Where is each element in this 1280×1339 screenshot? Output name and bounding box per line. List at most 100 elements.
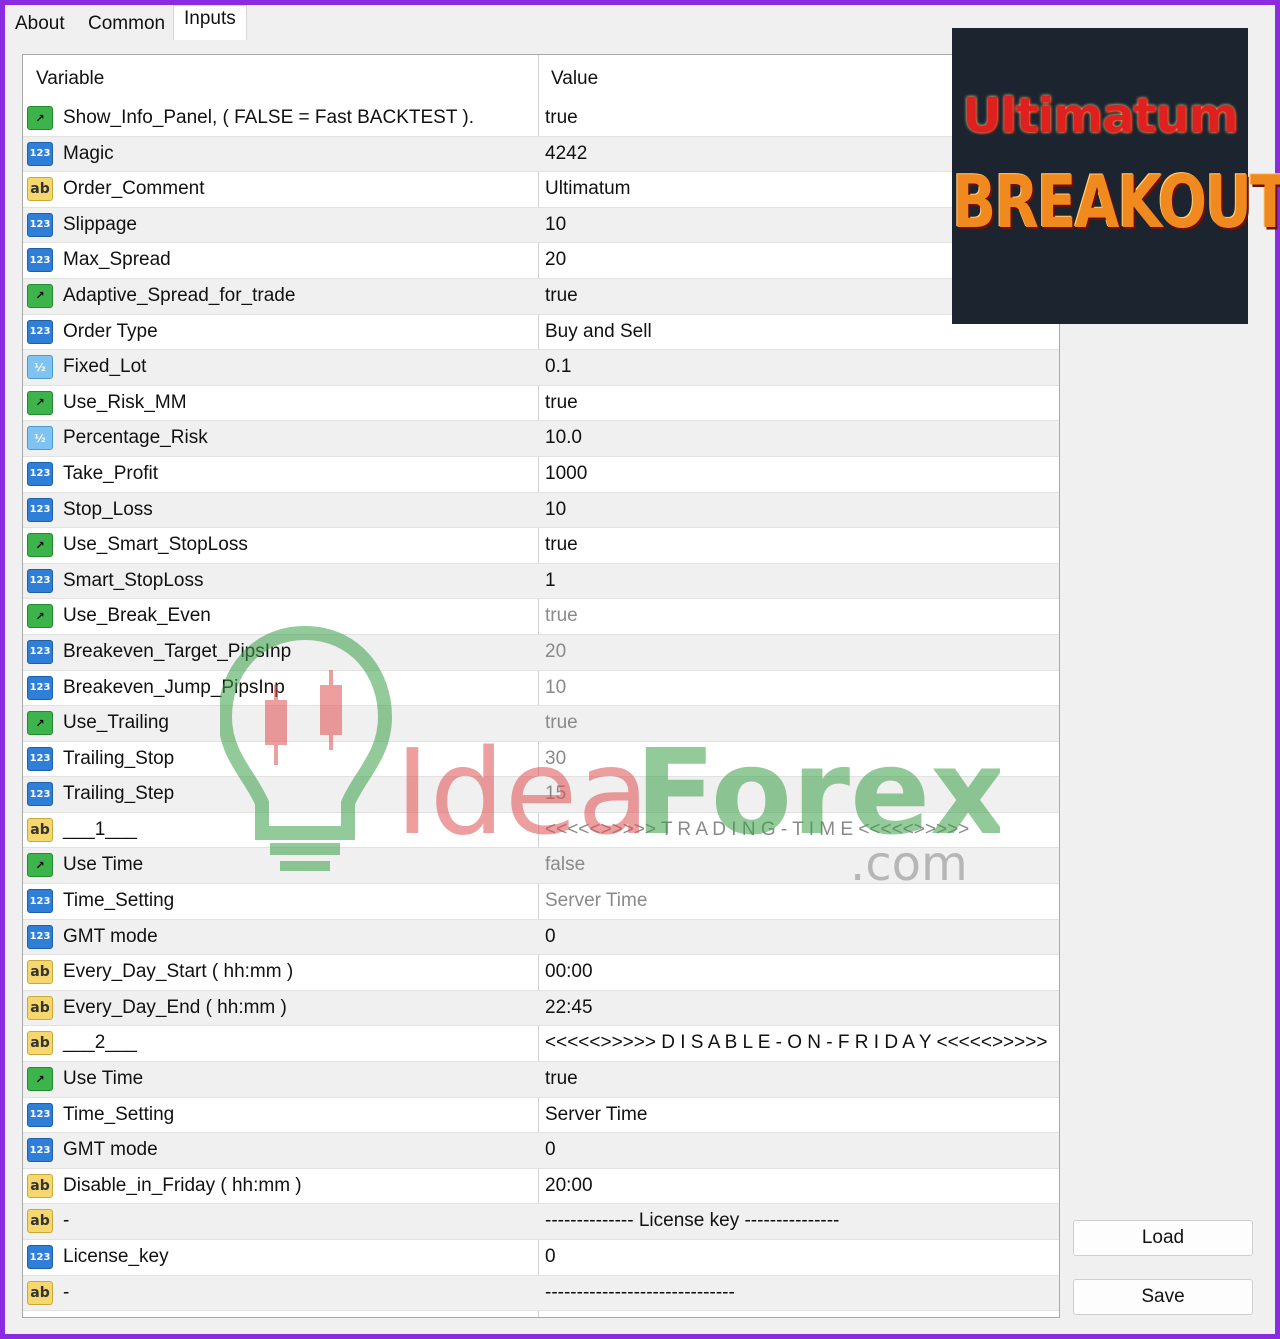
table-row[interactable]: ↗ Use_Trailing true [23, 706, 1059, 742]
int-type-icon: 123 [27, 141, 53, 166]
variable-name: Trailing_Step [63, 783, 175, 805]
table-row[interactable]: 123 GMT mode 0 [23, 919, 1059, 956]
variable-value[interactable]: Server Time [545, 890, 647, 912]
table-row[interactable]: ab Every_Day_End ( hh:mm ) 22:45 [23, 990, 1059, 1027]
table-row[interactable]: ab ___1___ <<<<<>>>>> T R A D I N G - T I … [23, 813, 1059, 849]
variable-value[interactable]: Ultimatum [545, 178, 631, 200]
table-row[interactable]: 123 Breakeven_Jump_PipsInp 10 [23, 671, 1059, 707]
header-value[interactable]: Value [551, 68, 598, 90]
table-row[interactable]: ab Every_Day_Start ( hh:mm ) 00:00 [23, 955, 1059, 991]
header-variable[interactable]: Variable [36, 68, 104, 90]
table-row[interactable]: ↗ Adaptive_Spread_for_trade true [23, 278, 1059, 315]
tab-about[interactable]: About [7, 11, 73, 37]
variable-value[interactable]: 0.1 [545, 356, 571, 378]
tab-common[interactable]: Common [80, 11, 173, 37]
variable-value[interactable]: 20 [545, 249, 566, 271]
string-type-icon: ab [27, 817, 53, 842]
variable-value[interactable]: false [545, 854, 585, 876]
table-row[interactable]: ↗ Show_Info_Panel, ( FALSE = Fast BACKTES… [23, 101, 1059, 137]
variable-name: Trailing_Stop [63, 747, 175, 769]
variable-name: GMT mode [63, 925, 158, 947]
variable-name: - [63, 1281, 70, 1303]
variable-value[interactable]: 0 [545, 926, 556, 948]
variable-value[interactable]: <<<<<>>>>> T R A D I N G - T I M E <<<<<… [545, 819, 969, 841]
table-row[interactable]: 123 Max_Spread 20 [23, 243, 1059, 279]
table-row[interactable]: 123 Magic 4242 [23, 136, 1059, 173]
string-type-icon: ab [27, 1209, 53, 1234]
table-row[interactable]: ab Disable_in_Friday ( hh:mm ) 20:00 [23, 1169, 1059, 1205]
variable-value[interactable]: Buy and Sell [545, 321, 652, 343]
table-row[interactable]: ab Order_Comment Ultimatum [23, 172, 1059, 208]
table-row[interactable]: 123 GMT mode 0 [23, 1133, 1059, 1169]
variable-value[interactable]: 30 [545, 748, 566, 770]
table-row[interactable]: ↗ Use_Risk_MM true [23, 386, 1059, 422]
load-button[interactable]: Load [1073, 1220, 1253, 1256]
variable-name: Every_Day_Start ( hh:mm ) [63, 961, 294, 983]
variable-value[interactable]: -------------- License key -------------… [545, 1210, 839, 1232]
int-type-icon: 123 [27, 461, 53, 486]
variable-value[interactable]: true [545, 392, 578, 414]
table-row[interactable]: ½ Fixed_Lot 0.1 [23, 350, 1059, 386]
variable-value[interactable]: 20 [545, 641, 566, 663]
variable-value[interactable]: 1 [545, 570, 556, 592]
variable-value[interactable]: true [545, 1068, 578, 1090]
variable-value[interactable]: 10 [545, 499, 566, 521]
table-row[interactable]: 123 Order Type Buy and Sell [23, 315, 1059, 351]
variable-name: Use_Smart_StopLoss [63, 534, 248, 556]
variable-value[interactable]: true [545, 285, 578, 307]
table-row[interactable]: 123 Take_Profit 1000 [23, 457, 1059, 493]
table-row[interactable]: 123 Stop_Loss 10 [23, 492, 1059, 529]
variable-value[interactable]: 4242 [545, 143, 587, 165]
table-row[interactable]: ↗ Use_Break_Even true [23, 599, 1059, 635]
variable-value[interactable]: Server Time [545, 1104, 647, 1126]
variable-value[interactable]: 10 [545, 677, 566, 699]
int-type-icon: 123 [27, 639, 53, 664]
bool-type-icon: ↗ [27, 283, 53, 308]
variable-value[interactable]: 10.0 [545, 427, 582, 449]
table-row[interactable]: 123 Smart_StopLoss 1 [23, 563, 1059, 600]
table-row[interactable]: ½ Percentage_Risk 10.0 [23, 421, 1059, 457]
table-row[interactable]: ab - -------------- License key ----------… [23, 1204, 1059, 1240]
table-row[interactable]: ↗ Use_Smart_StopLoss true [23, 528, 1059, 564]
string-type-icon: ab [27, 1031, 53, 1056]
table-row[interactable]: 123 Trailing_Stop 30 [23, 742, 1059, 778]
variable-name: ___2___ [63, 1032, 137, 1054]
variable-value[interactable]: 00:00 [545, 961, 593, 983]
table-row[interactable]: ab - ------------------------------ [23, 1275, 1059, 1312]
bool-type-icon: ↗ [27, 711, 53, 736]
table-row[interactable]: 123 License_key 0 [23, 1240, 1059, 1276]
variable-value[interactable]: 0 [545, 1139, 556, 1161]
variable-value[interactable]: true [545, 712, 578, 734]
variable-value[interactable]: 22:45 [545, 997, 593, 1019]
variable-value[interactable]: 1000 [545, 463, 587, 485]
variable-value[interactable]: <<<<<>>>>> D I S A B L E - O N - F R I D… [545, 1032, 1047, 1054]
inputs-grid[interactable]: Variable Value ↗ Show_Info_Panel, ( FALSE… [22, 54, 1060, 1318]
bool-type-icon: ↗ [27, 1067, 53, 1092]
table-row[interactable]: 123 Slippage 10 [23, 207, 1059, 244]
variable-value[interactable]: 15 [545, 783, 566, 805]
variable-name: Use_Risk_MM [63, 391, 187, 413]
variable-value[interactable]: 20:00 [545, 1175, 593, 1197]
variable-value[interactable]: ------------------------------ [545, 1282, 735, 1304]
variable-name: Order Type [63, 320, 158, 342]
tab-inputs[interactable]: Inputs [173, 5, 247, 40]
variable-name: Slippage [63, 213, 137, 235]
int-type-icon: 123 [27, 889, 53, 914]
table-row[interactable]: 123 Time_Setting Server Time [23, 1098, 1059, 1134]
table-row[interactable]: ab ___2___ <<<<<>>>>> D I S A B L E - O N … [23, 1026, 1059, 1063]
table-row[interactable]: ↗ Use Time false [23, 848, 1059, 885]
table-row[interactable]: ↗ Use Time true [23, 1062, 1059, 1098]
variable-name: Show_Info_Panel, ( FALSE = Fast BACKTEST… [63, 107, 474, 128]
save-button[interactable]: Save [1073, 1279, 1253, 1315]
variable-value[interactable]: 10 [545, 214, 566, 236]
double-type-icon: ½ [27, 426, 53, 451]
variable-value[interactable]: true [545, 534, 578, 556]
table-row[interactable]: 123 Time_Setting Server Time [23, 884, 1059, 920]
variable-name: Magic [63, 142, 114, 164]
variable-value[interactable]: true [545, 605, 578, 627]
table-row[interactable]: 123 Trailing_Step 15 [23, 777, 1059, 813]
table-row[interactable]: 123 Breakeven_Target_PipsInp 20 [23, 634, 1059, 671]
variable-value[interactable]: true [545, 107, 578, 129]
variable-value[interactable]: 0 [545, 1246, 556, 1268]
variable-name: Every_Day_End ( hh:mm ) [63, 996, 287, 1018]
